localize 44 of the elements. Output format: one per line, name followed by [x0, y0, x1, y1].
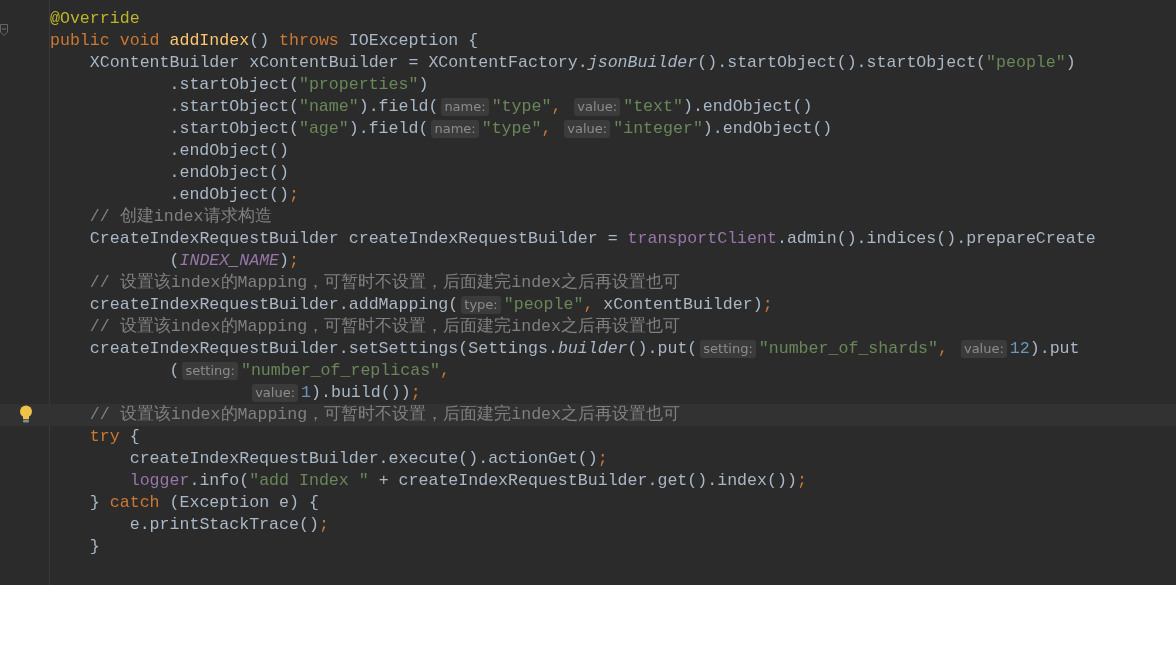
parameter-hint: name: [431, 120, 479, 138]
code-text: e.printStackTrace(); [129, 514, 329, 536]
code-text: @Override [50, 8, 140, 30]
code-text: 12).put [1009, 338, 1080, 360]
code-text: .startObject("name").field( [169, 96, 439, 118]
parameter-hint: value: [564, 120, 611, 138]
code-text: // 设置该index的Mapping，可暂时不设置，后面建完index之后再设置也可 [89, 404, 680, 426]
code-text: } [89, 536, 100, 558]
code-text: // 设置该index的Mapping，可暂时不设置，后面建完index之后再设置也可 [89, 316, 680, 338]
parameter-hint: type: [461, 296, 501, 314]
code-text: .endObject() [169, 140, 289, 162]
code-text: .startObject("properties") [169, 74, 429, 96]
code-text: "people", xContentBuilder); [503, 294, 773, 316]
code-text: (INDEX_NAME); [169, 250, 299, 272]
fold-marker-icon[interactable] [0, 24, 8, 36]
code-text: try { [89, 426, 140, 448]
code-text: public void addIndex() throws IOException { [50, 30, 479, 52]
code-text: } catch (Exception e) { [89, 492, 319, 514]
parameter-hint: value: [252, 384, 299, 402]
code-text: "type", [481, 118, 553, 140]
code-text: "type", [491, 96, 563, 118]
code-text: createIndexRequestBuilder.addMapping( [89, 294, 459, 316]
lightbulb-icon[interactable] [19, 405, 33, 423]
code-text: logger.info("add Index " + createIndexRequestBuilder.get().index()); [129, 470, 807, 492]
parameter-hint: value: [960, 340, 1007, 358]
code-text: "text").endObject() [623, 96, 813, 118]
code-text: .endObject() [169, 162, 289, 184]
parameter-hint: value: [574, 98, 621, 116]
code-text: "number_of_replicas", [240, 360, 451, 382]
parameter-hint: name: [441, 98, 489, 116]
code-text: // 设置该index的Mapping，可暂时不设置，后面建完index之后再设置也可 [89, 272, 680, 294]
code-text: .endObject(); [169, 184, 299, 206]
code-text: XContentBuilder xContentBuilder = XContentFactory.jsonBuilder().startObject().startObject("people") [89, 52, 1076, 74]
parameter-hint: setting: [700, 340, 756, 358]
code-text: 1).build()); [301, 382, 421, 404]
code-text: createIndexRequestBuilder.setSettings(Settings.builder().put( [89, 338, 698, 360]
code-text: "integer").endObject() [613, 118, 833, 140]
code-text: createIndexRequestBuilder.execute().actionGet(); [129, 448, 608, 470]
code-text: // 创建index请求构造 [89, 206, 272, 228]
code-text: CreateIndexRequestBuilder createIndexRequestBuilder = transportClient.admin().indices().prepareCreate [89, 228, 1096, 250]
code-text: "number_of_shards", [758, 338, 949, 360]
code-text: ( [169, 360, 180, 382]
code-text: .startObject("age").field( [169, 118, 429, 140]
parameter-hint: setting: [182, 362, 238, 380]
